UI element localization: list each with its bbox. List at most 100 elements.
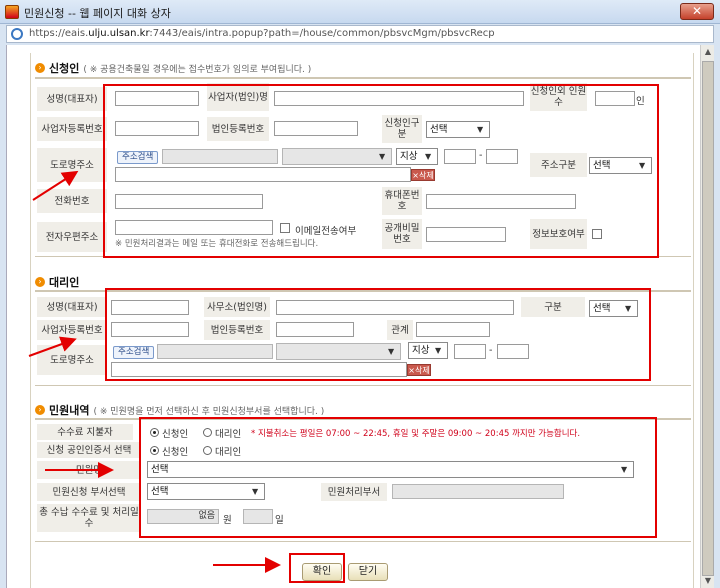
applicant-section-header: › 신청인 ( ※ 공용건축물일 경우에는 접수번호가 임의로 부여됩니다. ) [35,60,311,76]
agent-detail-address-input[interactable] [111,362,407,377]
chevron-down-icon: ▼ [388,347,395,356]
petition-name-select[interactable]: 선택 ▼ [147,461,634,478]
applicant-office-input[interactable] [274,91,524,106]
applicant-name-input[interactable] [115,91,199,106]
agent-kind-select[interactable]: 선택 ▼ [589,300,638,317]
won-unit: 원 [223,515,232,526]
agent-dash: - [489,345,493,356]
total-fee-field: 없음 [147,509,219,524]
applicant-type-select[interactable]: 선택 ▼ [426,121,490,138]
agent-bldg-sub-input[interactable] [497,344,529,359]
window-titlebar: 민원신청 -- 웹 페이지 대화 상자 ✕ [0,0,720,24]
applicant-delete-address-button[interactable]: ×삭제 [411,169,435,181]
chevron-down-icon: ▼ [639,161,646,170]
applicant-addr-type-select[interactable]: 선택 ▼ [589,157,652,174]
agent-relation-input[interactable] [416,322,490,337]
scroll-down-icon[interactable]: ▼ [701,574,715,588]
address-bar[interactable]: https://eais.ulju.ulsan.kr:7443/eais/int… [6,25,714,43]
fee-payer-agent-radio[interactable] [203,428,212,437]
applicant-bldg-main-input[interactable] [444,149,476,164]
email-send-checkbox[interactable] [280,223,290,233]
window-title: 민원신청 -- 웹 페이지 대화 상자 [24,7,171,20]
applicant-mobile-input[interactable] [426,194,576,209]
applicant-bizno-label: 사업자등록번호 [37,117,107,141]
vertical-scrollbar[interactable]: ▲ ▼ [700,45,714,588]
petition-note: ( ※ 민원명을 먼저 선택하신 후 민원신청부서를 선택합니다. ) [93,406,325,417]
applicant-extra-count-label: 신청인외 인원수 [530,83,587,111]
fee-payer-label: 수수료 지불자 [37,424,133,440]
applicant-jisang-select[interactable]: 지상 ▼ [396,148,438,165]
applicant-road-select[interactable]: ▼ [282,148,392,165]
applicant-mobile-label: 휴대폰번호 [382,187,422,215]
applicant-extra-count-unit: 인 [636,96,645,107]
cert-label: 신청 공인인증서 선택 [37,442,141,458]
agent-road-select[interactable]: ▼ [276,343,401,360]
applicant-privacy-label: 정보보호여부 [530,219,587,249]
email-send-label: 이메일전송여부 [295,226,357,237]
applicant-pw-label: 공개비밀번호 [382,219,422,249]
close-button[interactable]: 닫기 [348,563,388,581]
fee-payer-applicant-label: 신청인 [162,429,189,440]
petition-name-label: 민원명 [37,461,141,479]
agent-name-input[interactable] [111,300,189,315]
applicant-bizno-input[interactable] [115,121,199,136]
email-note: ※ 민원처리결과는 메일 또는 휴대전화로 전송해드립니다. [115,239,319,249]
browser-icon [11,28,23,40]
url-text: https://eais.ulju.ulsan.kr:7443/eais/int… [29,28,495,39]
applicant-phone-input[interactable] [115,194,263,209]
applicant-email-label: 전자우편주소 [37,222,107,252]
applicant-pw-input[interactable] [426,227,506,242]
scrollbar-thumb[interactable] [702,61,714,576]
fee-payer-applicant-radio[interactable] [150,428,159,437]
applicant-office-label: 사업자(법인)명 [207,83,269,111]
cert-agent-radio[interactable] [203,446,212,455]
agent-address-search-button[interactable]: 주소검색 [113,346,155,359]
applicant-name-label: 성명(대표자) [37,87,107,111]
chevron-down-icon: ▼ [425,152,432,161]
petition-section-header: › 민원내역 ( ※ 민원명을 먼저 선택하신 후 민원신청부서를 선택합니다.… [35,402,324,418]
applicant-detail-address-input[interactable] [115,167,411,182]
agent-zip-field [157,344,273,359]
applicant-phone-label: 전화번호 [37,189,107,213]
agent-jisang-select[interactable]: 지상 ▼ [408,342,448,359]
scroll-up-icon[interactable]: ▲ [701,45,715,59]
applicant-dash: - [479,150,483,161]
close-window-button[interactable]: ✕ [680,3,714,20]
app-icon [5,5,19,19]
applicant-corpno-label: 법인등록번호 [207,117,269,141]
applicant-title: 신청인 [49,62,80,75]
agent-corpno-label: 법인등록번호 [204,320,270,340]
applicant-corpno-input[interactable] [274,121,358,136]
confirm-button[interactable]: 확인 [302,563,342,581]
agent-relation-label: 관계 [387,320,413,340]
agent-corpno-input[interactable] [276,322,354,337]
agent-delete-address-button[interactable]: ×삭제 [407,364,431,376]
applicant-extra-count-input[interactable] [595,91,635,106]
payment-cancel-warning: * 지불취소는 평일은 07:00 ~ 22:45, 휴일 및 주말은 09:0… [251,429,581,439]
bullet-icon: › [35,63,45,73]
agent-office-input[interactable] [276,300,514,315]
bullet-icon: › [35,277,45,287]
agent-section-header: › 대리인 [35,274,79,290]
proc-dept-label: 민원처리부서 [321,483,387,501]
chevron-down-icon: ▼ [621,465,628,474]
agent-kind-label: 구분 [521,297,585,317]
cert-applicant-radio[interactable] [150,446,159,455]
chevron-down-icon: ▼ [252,487,259,496]
days-unit: 일 [275,515,284,526]
dept-select[interactable]: 선택 ▼ [147,483,265,500]
applicant-bldg-sub-input[interactable] [486,149,518,164]
agent-bizno-input[interactable] [111,322,189,337]
agent-name-label: 성명(대표자) [37,297,107,317]
applicant-email-input[interactable] [115,220,273,235]
petition-title: 민원내역 [49,404,90,417]
proc-dept-field [392,484,564,499]
fee-payer-agent-label: 대리인 [215,429,242,440]
applicant-address-search-button[interactable]: 주소검색 [117,151,159,164]
applicant-road-label: 도로명주소 [37,148,107,182]
privacy-checkbox[interactable] [592,229,602,239]
applicant-addr-type-label: 주소구분 [530,153,587,177]
total-fee-label: 총 수납 수수료 및 처리일수 [37,504,141,532]
agent-bldg-main-input[interactable] [454,344,486,359]
chevron-down-icon: ▼ [625,304,632,313]
